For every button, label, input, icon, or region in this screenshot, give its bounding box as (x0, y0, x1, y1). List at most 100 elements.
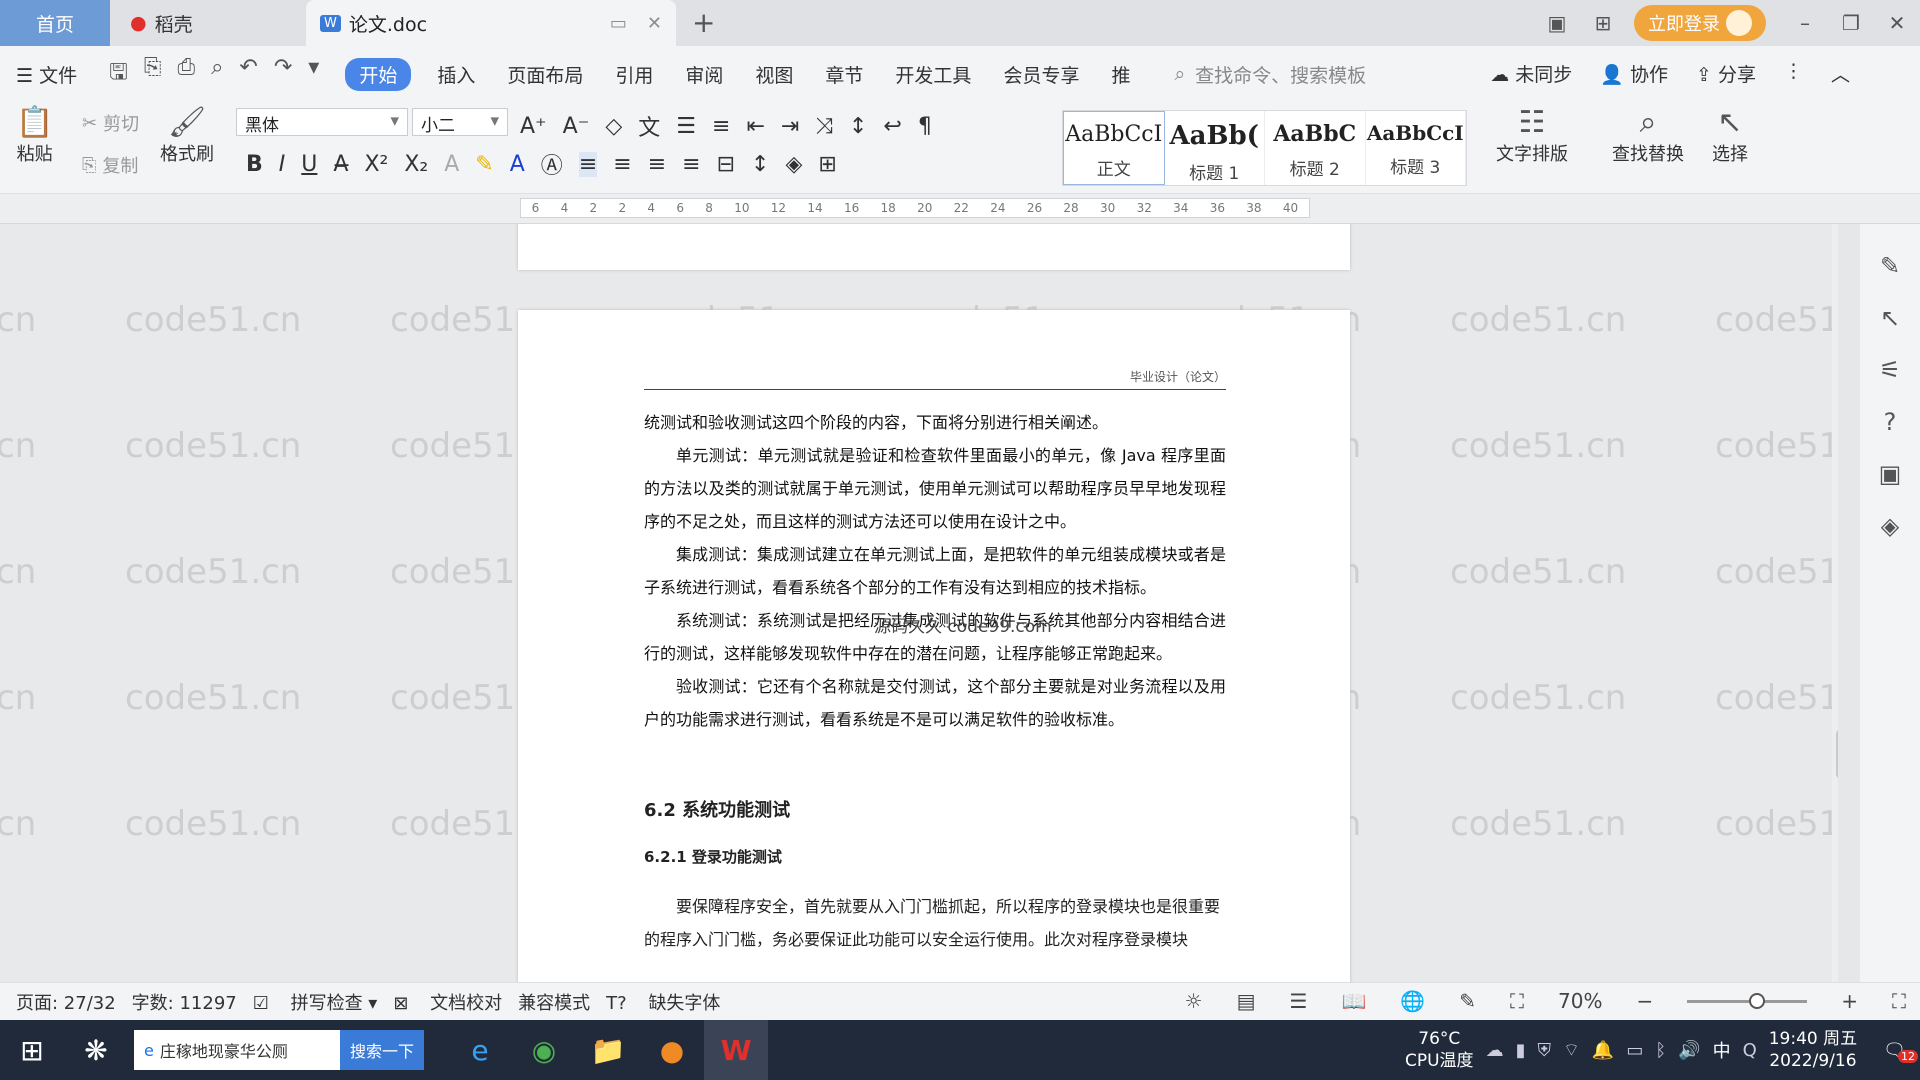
menu-tab-chapter[interactable]: 章节 (809, 61, 879, 88)
font-size-select[interactable]: 小二 ▾ (412, 108, 508, 136)
cut-button[interactable]: ✂ 剪切 (82, 110, 139, 136)
eye-protect-icon[interactable]: ☼ (1185, 989, 1203, 1013)
scroll-thumb[interactable] (1836, 729, 1838, 779)
bullet-list-icon[interactable]: ☰ (676, 114, 696, 139)
sort-icon[interactable]: ↕ (849, 114, 867, 139)
file-menu[interactable]: ☰ 文件 (0, 61, 93, 88)
paste-button[interactable]: 📋 粘贴 (16, 106, 53, 166)
layout-icon[interactable]: ▣ (1534, 11, 1580, 35)
tab-daoke[interactable]: ● 稻壳 (110, 0, 300, 46)
taskbar-search-button[interactable]: 搜索一下 (340, 1030, 425, 1070)
word-count[interactable]: 字数: 11297 (132, 989, 237, 1015)
style-normal[interactable]: AaBbCcI 正文 (1063, 111, 1165, 185)
print-icon[interactable]: ⎙ (177, 55, 195, 93)
select-button[interactable]: ↖ 选择 (1712, 106, 1748, 166)
align-right-icon[interactable]: ≡ (648, 152, 666, 177)
text-direction-icon[interactable]: ⤨ (815, 114, 833, 139)
write-view-icon[interactable]: ✎ (1459, 989, 1476, 1013)
clock[interactable]: 19:40 周五 2022/9/16 (1769, 1028, 1857, 1072)
weather-icon[interactable]: ☁ (1486, 1040, 1504, 1061)
strikethrough-icon[interactable]: A̶ (333, 152, 348, 177)
copy-button[interactable]: ⎘ 复制 (82, 152, 138, 178)
vertical-scrollbar[interactable] (1832, 224, 1838, 982)
help-icon[interactable]: ? (1884, 408, 1897, 436)
image-icon[interactable]: ▣ (1879, 460, 1902, 488)
zoom-out-icon[interactable]: − (1636, 989, 1653, 1013)
tab-document[interactable]: W 论文.doc ▭ ✕ (306, 0, 676, 46)
print-preview-icon[interactable]: ⌕ (211, 55, 223, 93)
pinyin-icon[interactable]: 文 (638, 110, 660, 142)
read-view-icon[interactable]: 📖 (1341, 989, 1366, 1013)
shrink-font-icon[interactable]: A⁻ (563, 114, 590, 139)
numbered-list-icon[interactable]: ≡ (712, 114, 730, 139)
app-icon[interactable]: ❋ (64, 1020, 128, 1080)
collab-button[interactable]: 👤 协作 (1600, 60, 1668, 87)
input-lang[interactable]: 中 (1713, 1037, 1731, 1063)
more-icon[interactable]: ⋮ (1784, 60, 1803, 87)
fit-page-icon[interactable]: ⛶ (1510, 989, 1524, 1013)
menu-tab-developer[interactable]: 开发工具 (879, 61, 987, 88)
tab-home[interactable]: 首页 (0, 0, 110, 46)
sync-button[interactable]: ☁ 未同步 (1490, 60, 1572, 87)
distribute-icon[interactable]: ⊟ (717, 152, 735, 177)
battery-icon[interactable]: ▭ (1626, 1040, 1643, 1061)
shading-icon[interactable]: ◈ (785, 152, 802, 177)
style-heading-1[interactable]: AaBb(标题 1 (1165, 111, 1265, 185)
horizontal-ruler[interactable]: 6 4 2 2 4 6 8 10 12 14 16 18 20 22 24 26 28 30 32 34 36 38 40 (0, 194, 1920, 224)
spell-check-button[interactable]: ☑ 拼写检查 ▾ (253, 989, 378, 1015)
zoom-slider[interactable] (1687, 992, 1808, 1009)
menu-tab-start[interactable]: 开始 (345, 57, 412, 91)
wps-icon[interactable]: W (704, 1020, 769, 1080)
font-color-icon[interactable]: A (510, 152, 525, 177)
game-app-icon[interactable]: ● (640, 1020, 704, 1080)
ie-icon[interactable]: e (448, 1020, 512, 1080)
tray-app-icon[interactable]: ▮ (1516, 1040, 1526, 1061)
line-spacing-icon[interactable]: ↕ (751, 152, 769, 177)
menu-tab-review[interactable]: 审阅 (669, 61, 739, 88)
login-button[interactable]: 立即登录 (1634, 5, 1766, 41)
missing-font-button[interactable]: T? 缺失字体 (606, 989, 720, 1015)
shield-icon[interactable]: ⛨ (1537, 1040, 1551, 1061)
bold-icon[interactable]: B (246, 152, 263, 177)
window-restore-icon[interactable]: ▭ (610, 13, 627, 34)
menu-tab-view[interactable]: 视图 (739, 61, 809, 88)
input-method-icon[interactable]: Q (1743, 1040, 1757, 1061)
taskbar-search-input[interactable]: e 庄稼地现豪华公厕 (134, 1030, 340, 1070)
cpu-temp[interactable]: 76°C CPU温度 (1405, 1028, 1474, 1072)
underline-icon[interactable]: U (301, 152, 317, 177)
menu-tab-references[interactable]: 引用 (599, 61, 669, 88)
page-view-icon[interactable]: ▤ (1237, 989, 1256, 1013)
outdent-icon[interactable]: ⇤ (746, 114, 764, 139)
zoom-slider-handle[interactable] (1749, 992, 1766, 1009)
network-icon[interactable]: ⌔ (1563, 1039, 1580, 1062)
borders-icon[interactable]: ⊞ (818, 152, 836, 177)
page-indicator[interactable]: 页面: 27/32 (16, 989, 116, 1015)
current-page[interactable]: 毕业设计（论文） 统测试和验收测试这四个阶段的内容，下面将分别进行相关阐述。 单… (518, 310, 1350, 982)
bell-icon[interactable]: 🔔 (1592, 1040, 1614, 1061)
menu-tab-insert[interactable]: 插入 (421, 61, 491, 88)
font-family-select[interactable]: 黑体 ▾ (236, 108, 408, 136)
menu-tab-member[interactable]: 会员专享 (987, 61, 1095, 88)
menu-tab-recommend[interactable]: 推 (1095, 61, 1146, 88)
customize-icon[interactable]: ▾ (308, 55, 319, 93)
bluetooth-icon[interactable]: ᛒ (1655, 1040, 1666, 1061)
text-layout-button[interactable]: ☷ 文字排版 (1496, 106, 1568, 166)
document-canvas[interactable]: code51.cn code51.cn code51.cn code51.cn code… (0, 224, 1838, 982)
italic-icon[interactable]: I (279, 152, 286, 177)
apps-grid-icon[interactable]: ⊞ (1580, 11, 1626, 35)
minimize-icon[interactable]: – (1782, 11, 1828, 35)
zoom-in-icon[interactable]: + (1841, 989, 1858, 1013)
close-window-icon[interactable]: ✕ (1874, 11, 1920, 35)
compass-icon[interactable]: ◈ (1881, 512, 1899, 540)
subscript-icon[interactable]: X₂ (404, 152, 428, 177)
notification-icon[interactable]: 🗨 12 (1869, 1040, 1920, 1063)
save-icon[interactable]: 🖫 (109, 55, 128, 93)
undo-icon[interactable]: ↶ (239, 55, 257, 93)
text-effect-icon[interactable]: A (444, 152, 459, 177)
clear-format-icon[interactable]: ◇ (605, 114, 622, 139)
web-view-icon[interactable]: 🌐 (1400, 989, 1425, 1013)
proofread-button[interactable]: ⊠ 文档校对 (393, 989, 502, 1015)
show-marks-icon[interactable]: ¶ (918, 114, 932, 139)
superscript-icon[interactable]: X² (364, 152, 388, 177)
align-center-icon[interactable]: ≡ (613, 152, 631, 177)
